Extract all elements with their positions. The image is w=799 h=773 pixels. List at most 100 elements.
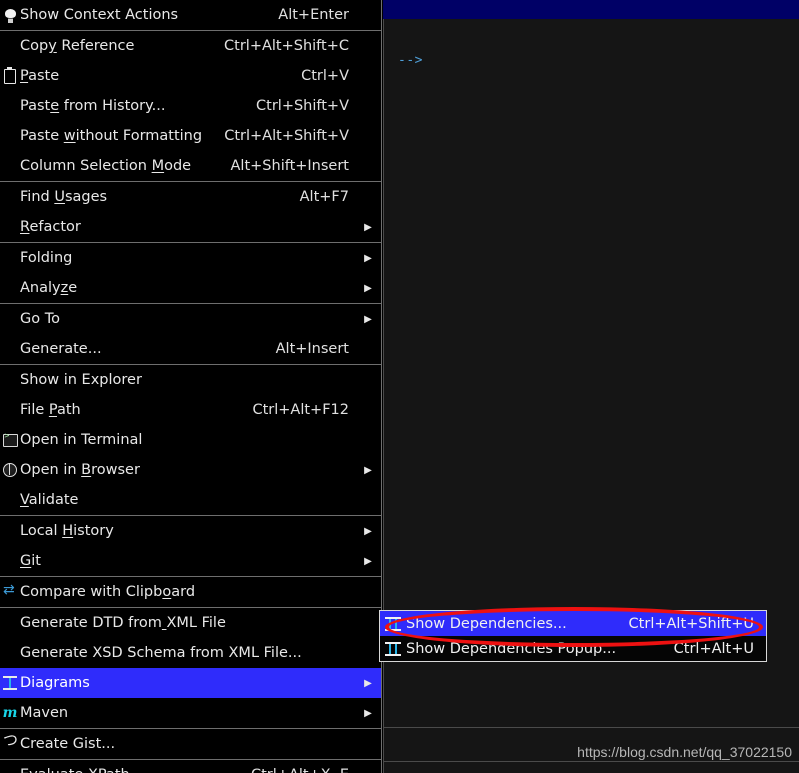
menu-item-shortcut: Alt+Insert bbox=[275, 341, 349, 357]
menu-item-icon-slot bbox=[0, 608, 20, 638]
menu-item-show-in-explorer[interactable]: Show in Explorer ▶ bbox=[0, 365, 381, 395]
context-menu[interactable]: Show Context ActionsAlt+Enter▶Copy Refer… bbox=[0, 0, 382, 773]
maven-icon: m bbox=[2, 705, 18, 721]
menu-item-label: Paste without Formatting bbox=[20, 128, 203, 144]
submenu-arrow-placeholder: ▶ bbox=[359, 405, 381, 416]
submenu-arrow-icon: ▶ bbox=[364, 555, 372, 567]
menu-item-label: Paste from History... bbox=[20, 98, 166, 114]
menu-item-label: Generate... bbox=[20, 341, 102, 357]
menu-item-label: Paste bbox=[20, 68, 60, 84]
menu-item-shortcut: Ctrl+V bbox=[301, 68, 349, 84]
menu-item-label: Refactor bbox=[20, 219, 81, 235]
menu-item-analyze[interactable]: Analyze ▶ bbox=[0, 273, 381, 303]
clipboard-icon bbox=[4, 66, 16, 84]
menu-item-icon-slot bbox=[0, 425, 20, 455]
lightbulb-icon bbox=[4, 8, 16, 23]
menu-item-compare-with-clipboard[interactable]: Compare with Clipboard ▶ bbox=[0, 577, 381, 607]
window-title-bar bbox=[383, 0, 799, 19]
menu-item-icon-slot bbox=[0, 182, 20, 212]
menu-item-label: Maven bbox=[20, 705, 69, 721]
submenu-arrow-placeholder: ▶ bbox=[359, 435, 381, 446]
menu-item-generate-dtd-from-xml-file[interactable]: Generate DTD from XML File ▶ bbox=[0, 608, 381, 638]
menu-item-icon-slot bbox=[0, 485, 20, 515]
menu-item-diagrams[interactable]: Diagrams ▶ bbox=[0, 668, 381, 698]
menu-item-label: Open in Terminal bbox=[20, 432, 143, 448]
menu-item-shortcut: Alt+F7 bbox=[299, 189, 349, 205]
menu-item-shortcut: Ctrl+Alt+Shift+C bbox=[224, 38, 349, 54]
menu-item-icon-slot bbox=[0, 760, 20, 773]
menu-item-icon-slot bbox=[0, 365, 20, 395]
menu-item-icon-slot bbox=[0, 546, 20, 576]
submenu-arrow-placeholder: ▶ bbox=[359, 192, 381, 203]
submenu-item-icon-slot bbox=[380, 641, 406, 656]
menu-item-evaluate-xpath[interactable]: Evaluate XPath...Ctrl+Alt+X, E▶ bbox=[0, 760, 381, 773]
submenu-arrow-icon: ▶ bbox=[364, 252, 372, 264]
menu-item-icon-slot bbox=[0, 212, 20, 242]
menu-item-label: Generate XSD Schema from XML File... bbox=[20, 645, 302, 661]
submenu-item-shortcut: Ctrl+Alt+Shift+U bbox=[628, 615, 754, 632]
menu-item-icon-slot bbox=[0, 243, 20, 273]
menu-item-show-context-actions[interactable]: Show Context Actions Alt+Enter ▶ bbox=[0, 0, 381, 30]
menu-item-maven[interactable]: m Maven ▶ bbox=[0, 698, 381, 728]
menu-item-refactor[interactable]: Refactor ▶ bbox=[0, 212, 381, 242]
menu-item-validate[interactable]: Validate ▶ bbox=[0, 485, 381, 515]
menu-item-local-history[interactable]: Local History ▶ bbox=[0, 516, 381, 546]
submenu-item-show-dependencies-popup[interactable]: Show Dependencies Popup... Ctrl+Alt+U bbox=[380, 636, 766, 661]
menu-item-create-gist[interactable]: Create Gist... ▶ bbox=[0, 729, 381, 759]
submenu-arrow-placeholder: ▶ bbox=[359, 161, 381, 172]
submenu-arrow-placeholder: ▶ bbox=[359, 375, 381, 386]
submenu-arrow-icon: ▶ bbox=[364, 464, 372, 476]
menu-item-icon-slot: m bbox=[0, 698, 20, 728]
menu-item-icon-slot bbox=[0, 516, 20, 546]
globe-icon bbox=[3, 462, 17, 477]
menu-item-generate-xsd-schema-from-xml-file[interactable]: Generate XSD Schema from XML File... ▶ bbox=[0, 638, 381, 668]
submenu-arrow-icon: ▶ bbox=[364, 677, 372, 689]
menu-item-open-in-browser[interactable]: Open in Browser ▶ bbox=[0, 455, 381, 485]
menu-item-label: Column Selection Mode bbox=[20, 158, 192, 174]
menu-item-label: Open in Browser bbox=[20, 462, 140, 478]
submenu-arrow-icon: ▶ bbox=[364, 707, 372, 719]
menu-item-paste[interactable]: Paste Ctrl+V ▶ bbox=[0, 61, 381, 91]
menu-item-open-in-terminal[interactable]: Open in Terminal ▶ bbox=[0, 425, 381, 455]
menu-item-label: Find Usages bbox=[20, 189, 108, 205]
menu-item-generate[interactable]: Generate... Alt+Insert ▶ bbox=[0, 334, 381, 364]
menu-item-folding[interactable]: Folding ▶ bbox=[0, 243, 381, 273]
submenu-arrow-placeholder: ▶ bbox=[359, 10, 381, 21]
menu-item-paste-from-history[interactable]: Paste from History... Ctrl+Shift+V ▶ bbox=[0, 91, 381, 121]
menu-item-shortcut: Alt+Enter bbox=[278, 7, 349, 23]
menu-item-icon-slot bbox=[0, 273, 20, 303]
menu-item-icon-slot bbox=[0, 638, 20, 668]
submenu-arrow-icon: ▶ bbox=[364, 282, 372, 294]
menu-item-label: File Path bbox=[20, 402, 81, 418]
menu-item-label: Create Gist... bbox=[20, 736, 116, 752]
diagram-icon bbox=[3, 676, 17, 690]
submenu-arrow-placeholder: ▶ bbox=[359, 495, 381, 506]
menu-item-column-selection-mode[interactable]: Column Selection Mode Alt+Shift+Insert ▶ bbox=[0, 151, 381, 181]
panel-divider-lower bbox=[384, 761, 799, 762]
menu-item-label: Validate bbox=[20, 492, 79, 508]
menu-item-go-to[interactable]: Go To ▶ bbox=[0, 304, 381, 334]
menu-item-icon-slot bbox=[0, 577, 20, 607]
menu-item-git[interactable]: Git ▶ bbox=[0, 546, 381, 576]
menu-item-icon-slot bbox=[0, 395, 20, 425]
submenu-item-show-dependencies[interactable]: Show Dependencies... Ctrl+Alt+Shift+U bbox=[380, 611, 766, 636]
menu-item-icon-slot bbox=[0, 61, 20, 91]
menu-item-label: Local History bbox=[20, 523, 114, 539]
submenu-arrow-icon: ▶ bbox=[364, 525, 372, 537]
menu-item-paste-without-formatting[interactable]: Paste without Formatting Ctrl+Alt+Shift+V… bbox=[0, 121, 381, 151]
menu-item-label: Folding bbox=[20, 250, 73, 266]
menu-item-file-path[interactable]: File Path Ctrl+Alt+F12 ▶ bbox=[0, 395, 381, 425]
menu-item-icon-slot bbox=[0, 31, 20, 61]
menu-item-find-usages[interactable]: Find Usages Alt+F7 ▶ bbox=[0, 182, 381, 212]
menu-item-icon-slot bbox=[0, 455, 20, 485]
menu-item-label: Compare with Clipboard bbox=[20, 584, 196, 600]
menu-item-shortcut: Ctrl+Alt+X, E bbox=[251, 767, 359, 773]
submenu-arrow-placeholder: ▶ bbox=[359, 131, 381, 142]
menu-item-copy-reference[interactable]: Copy Reference Ctrl+Alt+Shift+C ▶ bbox=[0, 31, 381, 61]
submenu-item-shortcut: Ctrl+Alt+U bbox=[673, 640, 754, 657]
menu-item-icon-slot bbox=[0, 668, 20, 698]
menu-item-label: Diagrams bbox=[20, 675, 90, 691]
diagrams-submenu[interactable]: Show Dependencies... Ctrl+Alt+Shift+U Show… bbox=[379, 610, 767, 662]
menu-item-label: Show in Explorer bbox=[20, 372, 142, 388]
submenu-item-label: Show Dependencies Popup... bbox=[406, 640, 617, 657]
